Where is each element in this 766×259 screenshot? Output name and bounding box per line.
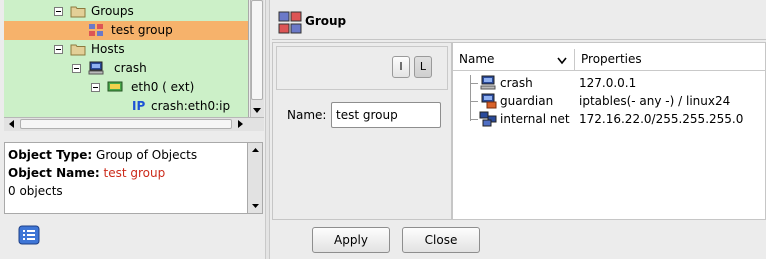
- folder-icon: [70, 44, 86, 56]
- tree-connector-line: [470, 83, 478, 84]
- scroll-right-arrow-icon[interactable]: [234, 118, 246, 130]
- tree-item-label: test group: [111, 23, 173, 37]
- object-info-panel: Object Type: Group of Objects Object Nam…: [4, 142, 248, 214]
- list-view-button[interactable]: L: [414, 56, 432, 78]
- tree-item-test-group[interactable]: test group: [4, 21, 248, 40]
- scroll-left-arrow-icon[interactable]: [6, 118, 18, 130]
- tree-item-label: Hosts: [91, 42, 125, 56]
- collapse-toggle-icon[interactable]: [91, 83, 100, 92]
- chevron-down-icon[interactable]: [557, 57, 567, 65]
- tree-item-crash-eth0-ip[interactable]: IP crash:eth0:ip: [4, 97, 248, 116]
- tree-item-hosts[interactable]: Hosts: [4, 40, 248, 59]
- object-count: 0 objects: [8, 184, 63, 198]
- list-item-name: crash: [500, 76, 533, 90]
- group-icon: [89, 24, 103, 36]
- firewall-icon: [481, 93, 497, 109]
- folder-icon: [70, 6, 86, 18]
- tree-item-label: Groups: [91, 4, 134, 18]
- object-tree[interactable]: Groups test group Hosts crash eth0 (ext…: [4, 0, 249, 117]
- collapse-toggle-icon[interactable]: [72, 64, 81, 73]
- tree-item-label: crash: [114, 61, 147, 75]
- collapse-toggle-icon[interactable]: [54, 7, 63, 16]
- editor-title: Group: [305, 14, 347, 28]
- tree-connector-line: [470, 75, 471, 121]
- name-field-label: Name:: [287, 108, 327, 122]
- list-item-properties: 127.0.0.1: [579, 76, 637, 90]
- group-icon: [278, 11, 302, 34]
- scroll-up-arrow-icon[interactable]: [250, 145, 261, 155]
- tree-vertical-scroll-thumb[interactable]: [251, 0, 263, 100]
- object-name-value: test group: [103, 166, 166, 180]
- ip-address-icon: IP: [132, 99, 146, 113]
- panel-splitter[interactable]: [265, 0, 270, 259]
- tree-item-eth0[interactable]: eth0 ( ext): [4, 78, 248, 97]
- tree-item-groups[interactable]: Groups: [4, 2, 248, 21]
- host-icon: [88, 61, 104, 75]
- object-type-line: Object Type: Group of Objects: [8, 146, 244, 164]
- apply-button[interactable]: Apply: [312, 227, 390, 253]
- host-icon: [480, 75, 496, 90]
- tree-connector-line: [470, 101, 478, 102]
- list-item-properties: 172.16.22.0/255.255.255.0: [579, 112, 744, 126]
- interface-icon: [107, 81, 123, 92]
- tree-horizontal-scroll-thumb[interactable]: [20, 119, 232, 129]
- object-name-label: Object Name:: [8, 166, 100, 180]
- list-item-name: guardian: [500, 94, 554, 108]
- tree-item-crash[interactable]: crash: [4, 59, 248, 78]
- column-header-properties[interactable]: Properties: [575, 49, 766, 71]
- tree-item-label: eth0 ( ext): [131, 80, 195, 94]
- tree-connector-line: [470, 119, 478, 120]
- object-type-value: Group of Objects: [96, 148, 198, 162]
- icon-view-button[interactable]: I: [392, 56, 410, 78]
- scroll-down-arrow-icon[interactable]: [250, 103, 264, 117]
- list-item-properties: iptables(- any -) / linux24: [579, 94, 731, 108]
- network-icon: [479, 111, 497, 127]
- object-type-label: Object Type:: [8, 148, 93, 162]
- object-info-button-icon[interactable]: [17, 224, 41, 246]
- scroll-down-arrow-icon[interactable]: [250, 201, 261, 211]
- list-item-name: internal net: [500, 112, 570, 126]
- collapse-toggle-icon[interactable]: [54, 45, 63, 54]
- object-name-line: Object Name: test group: [8, 164, 244, 182]
- close-button[interactable]: Close: [402, 227, 480, 253]
- name-input[interactable]: test group: [331, 102, 441, 128]
- tree-item-label: crash:eth0:ip: [151, 99, 231, 113]
